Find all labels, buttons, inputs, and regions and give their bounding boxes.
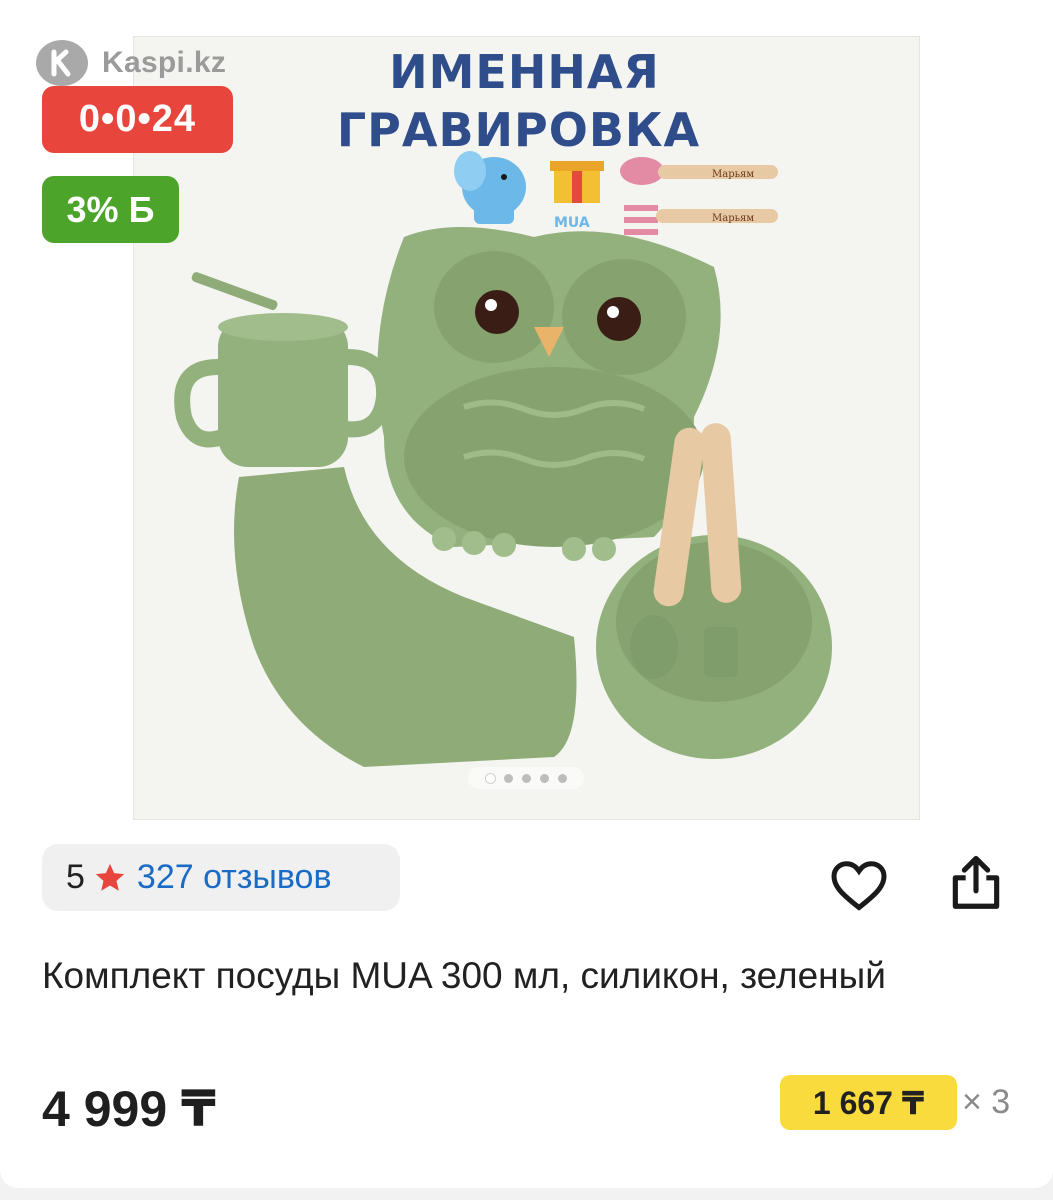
favorite-button[interactable] — [826, 852, 892, 918]
gallery-pagination[interactable] — [468, 767, 584, 789]
brand-mark-text: MUA — [554, 215, 590, 231]
share-icon — [952, 855, 1000, 909]
engraving-name-2: Марьям — [712, 213, 754, 224]
kaspi-logo: Kaspi.kz — [36, 40, 226, 86]
elephant-illustration — [454, 151, 526, 224]
gallery-dot[interactable] — [521, 773, 531, 783]
product-card: MUA Марьям Марьям ИМЕННАЯ ГРАВИРОВКА Kas… — [0, 0, 1053, 1188]
product-image-gallery[interactable]: MUA Марьям Марьям ИМЕННАЯ ГРАВИРОВКА — [133, 36, 920, 820]
gallery-dot[interactable] — [557, 773, 567, 783]
kaspi-logo-icon — [36, 40, 88, 86]
rating-score: 5 — [66, 858, 85, 896]
heart-icon — [831, 861, 887, 911]
rating-reviews-button[interactable]: 5 327 отзывов — [42, 844, 400, 911]
monthly-payment-badge[interactable]: 1 667 ₸ — [780, 1075, 957, 1130]
sippy-cup-illustration — [174, 272, 393, 467]
logo-text: Kaspi.kz — [102, 46, 227, 79]
product-title: Комплект посуды MUA 300 мл, силикон, зел… — [42, 955, 886, 996]
installment-badge: 0•0•24 — [42, 86, 233, 153]
gallery-dot[interactable] — [539, 773, 549, 783]
promo-title-line2: ГРАВИРОВКА — [336, 103, 701, 157]
installment-months: × 3 — [962, 1083, 1011, 1121]
reviews-link[interactable]: 327 отзывов — [137, 858, 332, 897]
gallery-dot[interactable] — [485, 773, 495, 783]
bonus-badge: 3% Б — [42, 176, 179, 243]
product-price: 4 999 ₸ — [42, 1081, 216, 1137]
engraved-cutlery-illustration: Марьям Марьям — [620, 157, 778, 235]
star-icon — [95, 863, 125, 891]
promo-title-line1: ИМЕННАЯ — [389, 45, 660, 99]
share-button[interactable] — [943, 850, 1009, 916]
gallery-dot[interactable] — [503, 773, 513, 783]
gift-illustration: MUA — [550, 161, 604, 231]
engraving-name-1: Марьям — [712, 169, 754, 180]
